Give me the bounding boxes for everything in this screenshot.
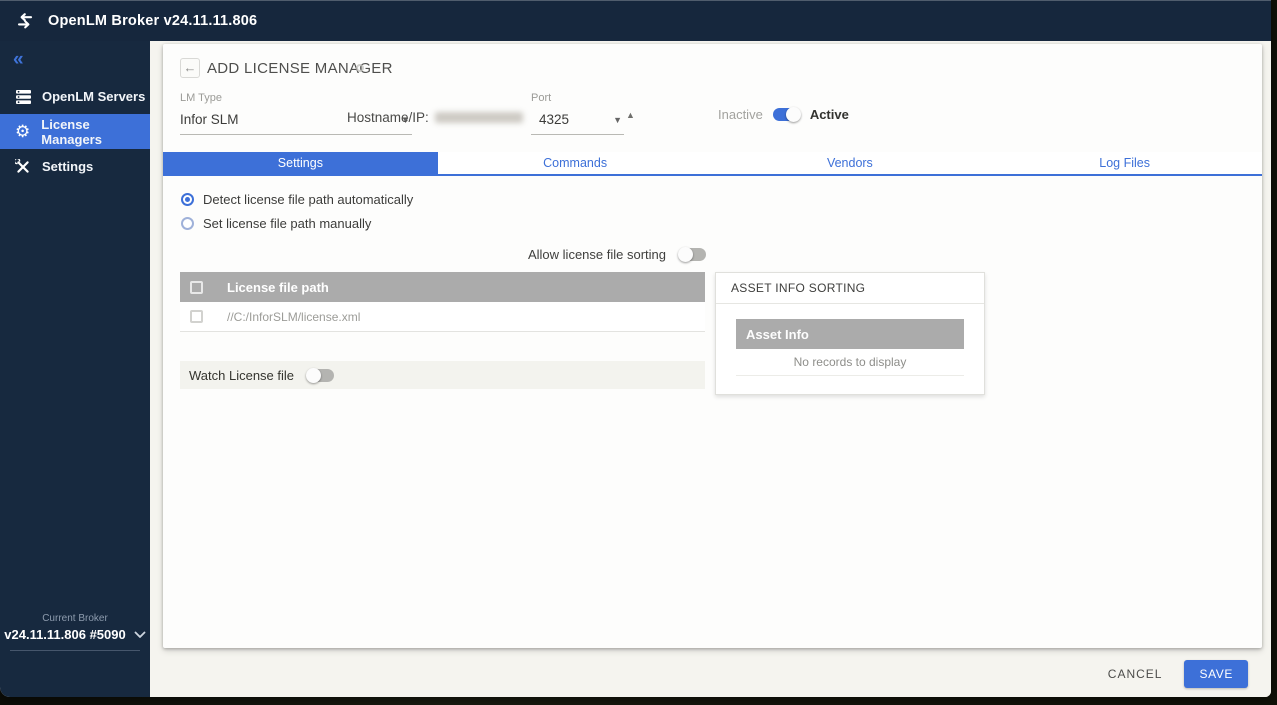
gear-icon: ⚙: [13, 123, 32, 141]
sidebar-collapse-button[interactable]: «: [0, 41, 150, 77]
tab-vendors[interactable]: Vendors: [713, 152, 988, 174]
current-broker-label: Current Broker: [0, 613, 150, 624]
port-value: 4325: [539, 112, 569, 127]
select-all-checkbox[interactable]: [190, 281, 203, 294]
watch-license-toggle[interactable]: [307, 369, 334, 382]
openlm-logo-icon: [14, 10, 36, 32]
port-label: Port: [531, 92, 624, 104]
sidebar-item-license-managers[interactable]: ⚙ License Managers: [0, 114, 150, 149]
radio-selected-icon: [181, 193, 194, 206]
tab-log-files[interactable]: Log Files: [987, 152, 1262, 174]
license-table-header: License file path: [227, 280, 329, 295]
active-label: Active: [810, 107, 849, 122]
license-file-path: //C:/InforSLM/license.xml: [227, 310, 360, 324]
radio-label: Set license file path manually: [203, 216, 371, 231]
allow-sorting-toggle[interactable]: [679, 248, 706, 261]
status-toggle-group: Inactive Active: [718, 107, 849, 122]
watch-license-label: Watch License file: [189, 368, 294, 383]
top-bar: OpenLM Broker v24.11.11.806: [0, 0, 1271, 41]
app-title: OpenLM Broker v24.11.11.806: [48, 13, 257, 29]
license-file-table: License file path //C:/InforSLM/license.…: [180, 272, 705, 332]
page-title: ADD LICENSE MANAGER: [207, 60, 393, 77]
sidebar-item-label: License Managers: [41, 117, 150, 147]
asset-info-sorting-panel: ASSET INFO SORTING Asset Info No records…: [715, 272, 985, 395]
tab-commands[interactable]: Commands: [438, 152, 713, 174]
sidebar: « OpenLM Servers ⚙ License: [0, 41, 150, 697]
hostname-redacted-value[interactable]: [435, 112, 523, 123]
chevron-down-icon: [134, 631, 146, 639]
asset-info-table: Asset Info No records to display: [736, 319, 964, 376]
asset-panel-title: ASSET INFO SORTING: [716, 273, 984, 304]
port-field[interactable]: Port 4325 ▼: [531, 92, 624, 135]
radio-unselected-icon: [181, 217, 194, 230]
broker-divider: [10, 650, 140, 651]
inactive-label: Inactive: [718, 107, 763, 122]
current-broker-selector[interactable]: v24.11.11.806 #5090: [0, 627, 150, 642]
servers-icon: [13, 88, 33, 106]
active-toggle[interactable]: [773, 108, 800, 121]
allow-sorting-row: Allow license file sorting: [163, 247, 706, 262]
lm-type-value: Infor SLM: [180, 112, 239, 127]
tools-icon: [13, 158, 33, 176]
current-broker-value: v24.11.11.806 #5090: [4, 627, 125, 642]
radio-detect-automatically[interactable]: Detect license file path automatically: [181, 192, 413, 207]
cancel-button[interactable]: CANCEL: [1108, 667, 1163, 681]
collapse-chevrons-icon: «: [13, 50, 24, 69]
main-content: ← ADD LICENSE MANAGER LM Type Infor SLM …: [150, 41, 1271, 697]
sidebar-item-label: OpenLM Servers: [42, 89, 145, 104]
sidebar-item-label: Settings: [42, 159, 93, 174]
license-table-header-row: License file path: [180, 272, 705, 302]
lm-type-label: LM Type: [180, 92, 412, 104]
sidebar-item-settings[interactable]: Settings: [0, 149, 150, 184]
hostname-field: Hostname/IP:: [347, 110, 523, 125]
app-window: OpenLM Broker v24.11.11.806 « OpenLM: [0, 0, 1271, 697]
row-checkbox[interactable]: [190, 310, 203, 323]
add-license-manager-card: ← ADD LICENSE MANAGER LM Type Infor SLM …: [163, 44, 1262, 648]
watch-license-row: Watch License file: [180, 361, 705, 389]
port-dropdown-caret-icon[interactable]: ▼: [613, 115, 622, 125]
port-increment-icon[interactable]: ▲: [626, 110, 635, 120]
allow-sorting-label: Allow license file sorting: [528, 247, 666, 262]
sidebar-item-openlm-servers[interactable]: OpenLM Servers: [0, 79, 150, 114]
radio-label: Detect license file path automatically: [203, 192, 413, 207]
asset-table-header-row: Asset Info: [736, 319, 964, 349]
asset-table-header: Asset Info: [746, 327, 809, 342]
status-dot-icon: [356, 64, 364, 72]
radio-set-manually[interactable]: Set license file path manually: [181, 216, 371, 231]
hostname-label: Hostname/IP:: [347, 110, 429, 125]
tab-settings[interactable]: Settings: [163, 152, 438, 174]
save-button[interactable]: SAVE: [1184, 660, 1248, 688]
current-broker-section: Current Broker v24.11.11.806 #5090: [0, 613, 150, 651]
footer-actions: CANCEL SAVE: [1108, 660, 1248, 688]
back-button[interactable]: ←: [180, 58, 200, 78]
empty-state-text: No records to display: [736, 349, 964, 376]
table-row[interactable]: //C:/InforSLM/license.xml: [180, 302, 705, 332]
tab-bar: Settings Commands Vendors Log Files: [163, 152, 1262, 176]
